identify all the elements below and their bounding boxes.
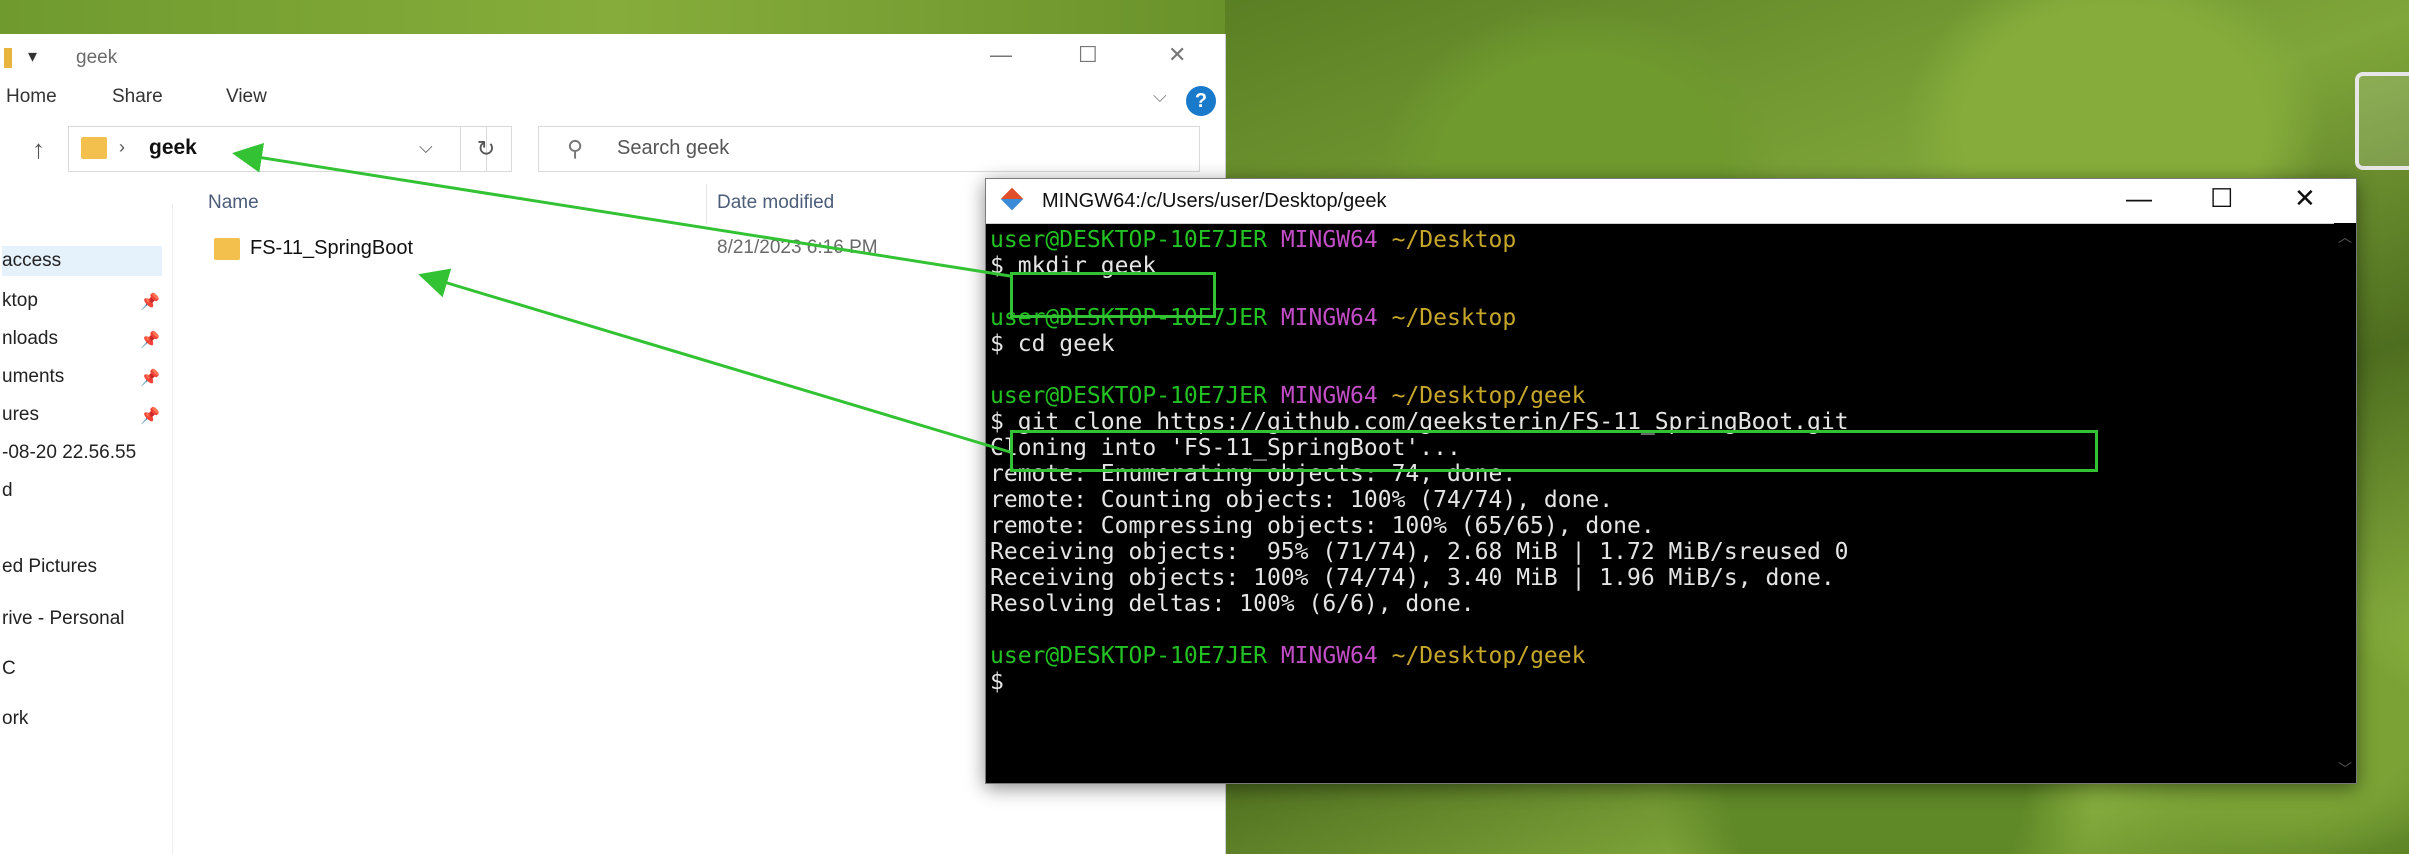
refresh-button[interactable]: ↻	[460, 126, 512, 172]
prompt-line: user@DESKTOP-10E7JER MINGW64 ~/Desktop/g…	[990, 383, 1586, 409]
search-placeholder: Search geek	[617, 137, 730, 159]
output-line: Resolving deltas: 100% (6/6), done.	[990, 591, 1475, 617]
folder-icon	[214, 238, 240, 260]
pin-icon: 📌	[140, 408, 160, 425]
pin-icon: 📌	[140, 294, 160, 311]
file-name: FS-11_SpringBoot	[250, 237, 414, 259]
up-arrow-icon[interactable]: ↑	[32, 134, 45, 165]
terminal-window: MINGW64:/c/Users/user/Desktop/geek — ☐ ✕…	[985, 178, 2357, 784]
pin-icon: 📌	[140, 332, 160, 349]
breadcrumb-geek[interactable]: geek	[149, 136, 197, 160]
highlight-box-mkdir	[1010, 272, 1216, 318]
folder-icon	[4, 48, 12, 68]
column-header-date[interactable]: Date modified	[717, 192, 834, 214]
maximize-button[interactable]: ☐	[2210, 183, 2233, 214]
nav-item-downloads[interactable]: nloads	[2, 328, 58, 350]
pin-icon: 📌	[140, 370, 160, 387]
file-date: 8/21/2023 6:16 PM	[717, 237, 878, 258]
output-line: Receiving objects: 95% (71/74), 2.68 MiB…	[990, 539, 1849, 565]
search-input[interactable]: ⚲ Search geek	[538, 126, 1200, 172]
maximize-button[interactable]: ☐	[1078, 42, 1098, 68]
nav-item-quick-access[interactable]: access	[2, 246, 162, 276]
desktop-widget[interactable]	[2355, 72, 2409, 170]
refresh-icon: ↻	[476, 136, 496, 161]
explorer-titlebar[interactable]: ▾ geek — ☐ ✕	[0, 34, 1225, 82]
prompt-line: user@DESKTOP-10E7JER MINGW64 ~/Desktop	[990, 227, 1517, 253]
breadcrumb-separator-icon: ›	[119, 137, 125, 157]
tab-share[interactable]: Share	[112, 86, 163, 108]
minimize-button[interactable]: —	[2126, 183, 2152, 214]
prompt-line: user@DESKTOP-10E7JER MINGW64 ~/Desktop/g…	[990, 643, 1586, 669]
ribbon-expand-chevron-icon[interactable]: ⌵	[1153, 86, 1167, 107]
output-line: remote: Compressing objects: 100% (65/65…	[990, 513, 1655, 539]
navigation-pane: access ktop 📌 nloads 📌 uments 📌 ures 📌 -…	[0, 204, 173, 854]
help-icon[interactable]: ?	[1186, 86, 1216, 116]
nav-item-d[interactable]: d	[2, 480, 13, 502]
chevron-down-icon[interactable]: ⌵	[419, 137, 433, 158]
nav-item-documents[interactable]: uments	[2, 366, 64, 388]
terminal-titlebar[interactable]: MINGW64:/c/Users/user/Desktop/geek — ☐ ✕	[986, 179, 2356, 224]
close-button[interactable]: ✕	[1168, 42, 1186, 68]
scroll-down-icon[interactable]: ﹀	[2338, 759, 2352, 779]
git-bash-icon	[1000, 187, 1024, 211]
ribbon-tabs: Home Share View	[0, 86, 1225, 122]
minimize-button[interactable]: —	[990, 42, 1012, 68]
output-line: remote: Counting objects: 100% (74/74), …	[990, 487, 1614, 513]
nav-item-folder-date[interactable]: -08-20 22.56.55	[2, 442, 136, 464]
command-line: $	[990, 669, 1004, 695]
window-title: geek	[76, 47, 118, 68]
terminal-title: MINGW64:/c/Users/user/Desktop/geek	[1042, 190, 1387, 212]
nav-item-this-pc[interactable]: C	[2, 658, 16, 680]
column-header-name[interactable]: Name	[208, 192, 259, 214]
highlight-box-git-clone	[1010, 430, 2098, 472]
column-divider[interactable]	[706, 184, 707, 224]
nav-item-desktop[interactable]: ktop	[2, 290, 38, 312]
nav-item-onedrive[interactable]: rive - Personal	[2, 608, 125, 630]
tab-home[interactable]: Home	[6, 86, 57, 108]
address-bar[interactable]: › geek ⌵	[68, 126, 487, 172]
command-cd: cd geek	[1017, 331, 1115, 357]
nav-item-network[interactable]: ork	[2, 708, 28, 730]
search-icon: ⚲	[567, 136, 584, 161]
nav-item-pictures[interactable]: ures	[2, 404, 39, 426]
command-line: $ cd geek	[990, 331, 1115, 357]
close-button[interactable]: ✕	[2294, 183, 2316, 214]
scroll-up-icon[interactable]: ︿	[2338, 227, 2352, 247]
tab-view[interactable]: View	[226, 86, 267, 108]
terminal-scrollbar[interactable]: ︿ ﹀	[2334, 223, 2356, 783]
folder-icon	[81, 137, 107, 159]
output-line: Receiving objects: 100% (74/74), 3.40 Mi…	[990, 565, 1835, 591]
quick-access-toolbar-icon[interactable]: ▾	[28, 46, 37, 67]
nav-item-saved-pictures[interactable]: ed Pictures	[2, 556, 97, 578]
